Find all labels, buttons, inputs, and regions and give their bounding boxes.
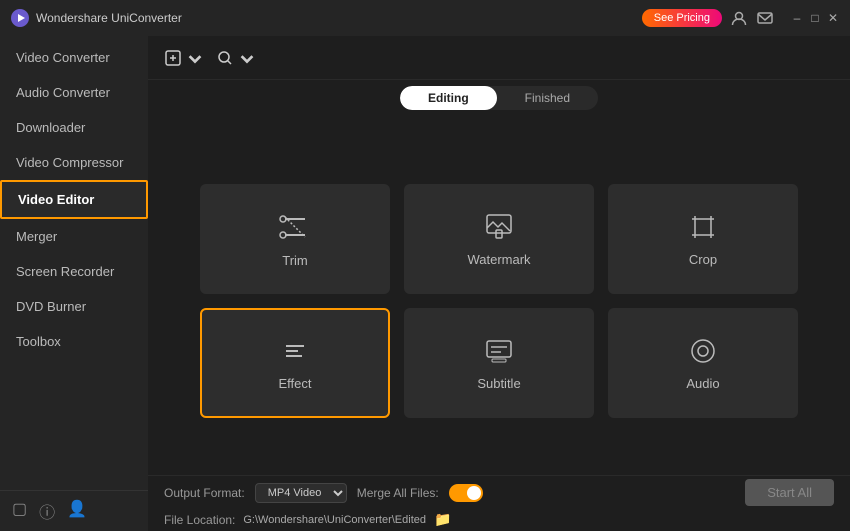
output-format-label: Output Format: (164, 486, 245, 500)
sidebar-item-screen-recorder[interactable]: Screen Recorder (0, 254, 148, 289)
sidebar-item-dvd-burner[interactable]: DVD Burner (0, 289, 148, 324)
maximize-button[interactable]: □ (808, 11, 822, 25)
image-icon[interactable]: ▢ (12, 499, 27, 523)
app-title: Wondershare UniConverter (36, 11, 182, 25)
chevron-down-icon (186, 49, 204, 67)
trim-icon (277, 209, 313, 245)
sidebar-bottom: ▢ ⓘ 👤 (0, 490, 148, 531)
card-subtitle[interactable]: Subtitle (404, 308, 594, 418)
audio-label: Audio (686, 376, 719, 391)
sidebar-item-video-editor[interactable]: Video Editor (0, 180, 148, 219)
main-layout: Video Converter Audio Converter Download… (0, 36, 850, 531)
merge-toggle[interactable] (449, 484, 483, 502)
tab-editing[interactable]: Editing (400, 86, 497, 110)
sidebar-item-merger[interactable]: Merger (0, 219, 148, 254)
tabs-container: Editing Finished (400, 86, 598, 110)
minimize-button[interactable]: – (790, 11, 804, 25)
tabs-bar: Editing Finished (148, 80, 850, 116)
content-area: Editing Finished (148, 36, 850, 531)
add-file-icon (164, 49, 182, 67)
account-icon[interactable]: 👤 (67, 499, 87, 523)
titlebar: Wondershare UniConverter See Pricing – □… (0, 0, 850, 36)
sidebar-item-downloader[interactable]: Downloader (0, 110, 148, 145)
sidebar-item-toolbox[interactable]: Toolbox (0, 324, 148, 359)
search-icon (216, 49, 234, 67)
card-audio[interactable]: Audio (608, 308, 798, 418)
app-logo: Wondershare UniConverter (10, 8, 182, 28)
effect-icon (278, 334, 312, 368)
merge-all-files-label: Merge All Files: (357, 486, 439, 500)
sidebar: Video Converter Audio Converter Download… (0, 36, 148, 531)
chevron-down-icon2 (238, 49, 256, 67)
card-effect[interactable]: Effect (200, 308, 390, 418)
footer-row-format: Output Format: MP4 Video Merge All Files… (164, 479, 834, 506)
file-path-text: G:\Wondershare\UniConverter\Edited (243, 514, 426, 526)
see-pricing-button[interactable]: See Pricing (642, 9, 722, 27)
footer-row-location: File Location: G:\Wondershare\UniConvert… (164, 511, 834, 528)
audio-icon (686, 334, 720, 368)
watermark-label: Watermark (467, 252, 530, 267)
app-icon (10, 8, 30, 28)
card-watermark[interactable]: Watermark (404, 184, 594, 294)
effect-label: Effect (278, 376, 311, 391)
sidebar-item-video-converter[interactable]: Video Converter (0, 40, 148, 75)
titlebar-actions: See Pricing – □ ✕ (642, 9, 840, 27)
help-icon[interactable]: ⓘ (39, 499, 55, 523)
output-format-select[interactable]: MP4 Video (255, 483, 347, 503)
window-controls: – □ ✕ (790, 11, 840, 25)
editor-grid: Trim Watermark (148, 116, 850, 475)
toolbar (148, 36, 850, 80)
start-all-button[interactable]: Start All (745, 479, 834, 506)
add-file-button[interactable] (164, 49, 204, 67)
folder-icon[interactable]: 📁 (434, 511, 451, 528)
subtitle-label: Subtitle (477, 376, 520, 391)
watermark-icon (482, 210, 516, 244)
trim-label: Trim (282, 253, 308, 268)
search-button[interactable] (216, 49, 256, 67)
user-icon[interactable] (730, 9, 748, 27)
card-trim[interactable]: Trim (200, 184, 390, 294)
mail-icon[interactable] (756, 9, 774, 27)
cards-container: Trim Watermark (200, 184, 798, 418)
sidebar-item-audio-converter[interactable]: Audio Converter (0, 75, 148, 110)
crop-label: Crop (689, 252, 717, 267)
subtitle-icon (482, 334, 516, 368)
file-location-label: File Location: (164, 513, 235, 527)
card-crop[interactable]: Crop (608, 184, 798, 294)
close-button[interactable]: ✕ (826, 11, 840, 25)
tab-finished[interactable]: Finished (497, 86, 598, 110)
crop-icon (686, 210, 720, 244)
footer: Output Format: MP4 Video Merge All Files… (148, 475, 850, 531)
sidebar-item-video-compressor[interactable]: Video Compressor (0, 145, 148, 180)
